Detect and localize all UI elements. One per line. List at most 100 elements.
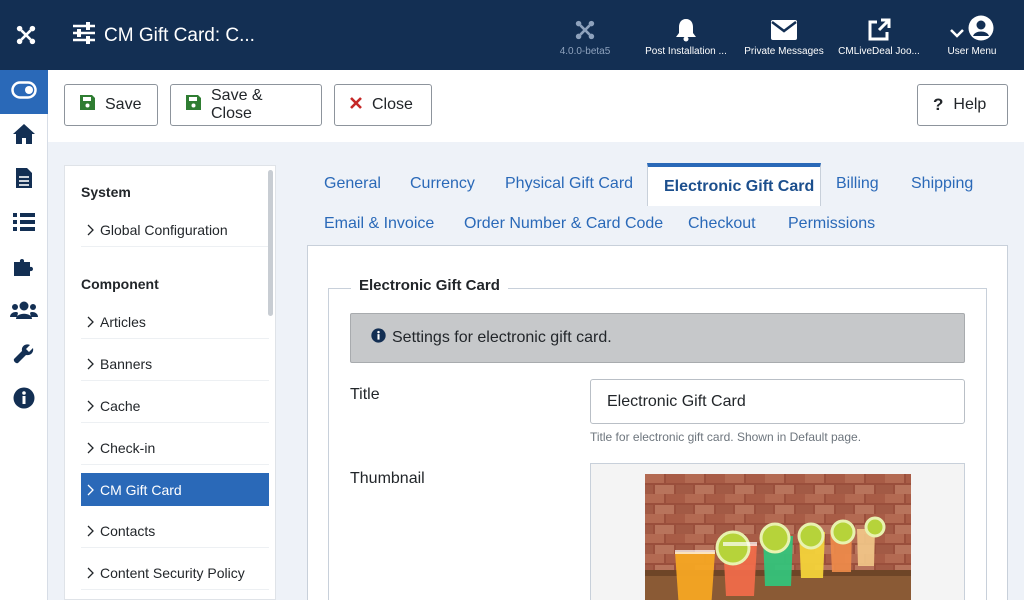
thumbnail-field[interactable] xyxy=(590,463,965,600)
joomla-version-icon xyxy=(540,16,630,44)
save-close-label: Save & Close xyxy=(211,87,263,122)
tab-shipping[interactable]: Shipping xyxy=(895,164,989,204)
toolbar: Save Save & Close Close ? Help xyxy=(48,70,1024,142)
tree-scrollbar[interactable] xyxy=(268,170,273,316)
tab-email-invoice[interactable]: Email & Invoice xyxy=(308,204,450,244)
toggle-menu-icon xyxy=(11,80,37,104)
extensions-button[interactable] xyxy=(0,246,48,290)
chevron-right-icon xyxy=(81,484,100,496)
chevron-right-icon xyxy=(81,224,100,236)
thumbnail-image xyxy=(645,474,911,600)
save-close-button[interactable]: Save & Close xyxy=(170,84,322,126)
alert-text: Settings for electronic gift card. xyxy=(392,329,612,346)
puzzle-icon xyxy=(12,255,36,282)
help-label: Help xyxy=(953,96,987,113)
view-site-button[interactable]: CMLiveDeal Joo... xyxy=(834,16,924,57)
tab-billing[interactable]: Billing xyxy=(820,164,895,204)
envelope-icon xyxy=(739,16,829,44)
external-link-icon xyxy=(834,16,924,44)
users-icon xyxy=(10,300,38,325)
title-input[interactable] xyxy=(590,379,965,424)
chevron-right-icon xyxy=(81,358,100,370)
user-menu-button[interactable]: User Menu xyxy=(927,15,1017,57)
tab-checkout[interactable]: Checkout xyxy=(672,204,772,244)
tab-permissions[interactable]: Permissions xyxy=(772,204,891,244)
user-avatar-icon xyxy=(968,15,994,46)
users-button[interactable] xyxy=(0,290,48,334)
toggle-menu-button[interactable] xyxy=(0,70,48,114)
tree-item-articles[interactable]: Articles xyxy=(81,306,269,339)
content-button[interactable] xyxy=(0,158,48,202)
info-alert: Settings for electronic gift card. xyxy=(350,313,965,363)
tree-item-label: Content Security Policy xyxy=(100,565,245,581)
list-icon xyxy=(13,212,35,236)
user-menu-label: User Menu xyxy=(947,46,997,57)
floppy-disk-icon xyxy=(186,95,201,115)
tree-item-label: Global Configuration xyxy=(100,222,228,238)
tree-item-contacts[interactable]: Contacts xyxy=(81,515,269,548)
chevron-right-icon xyxy=(81,316,100,328)
home-icon xyxy=(12,123,36,150)
joomla-logo-icon[interactable] xyxy=(0,0,52,70)
private-messages-label: Private Messages xyxy=(744,46,824,57)
tree-item-label: Cache xyxy=(100,398,141,414)
tab-physical-gift-card[interactable]: Physical Gift Card xyxy=(489,164,649,204)
question-mark-icon: ? xyxy=(933,95,944,114)
close-button[interactable]: Close xyxy=(334,84,432,126)
system-button[interactable] xyxy=(0,334,48,378)
system-heading: System xyxy=(81,184,131,200)
private-messages-button[interactable]: Private Messages xyxy=(739,16,829,57)
tab-currency[interactable]: Currency xyxy=(394,164,491,204)
version-label: 4.0.0-beta5 xyxy=(559,46,611,57)
menus-button[interactable] xyxy=(0,202,48,246)
title-label: Title xyxy=(350,386,380,403)
component-heading: Component xyxy=(81,276,159,292)
tab-general[interactable]: General xyxy=(308,164,397,204)
chevron-right-icon xyxy=(81,442,100,454)
version-item: 4.0.0-beta5 xyxy=(540,16,630,57)
tab-order-number-card-code[interactable]: Order Number & Card Code xyxy=(448,204,679,244)
options-tree-panel: System Global Configuration Component Ar… xyxy=(64,165,276,600)
tree-item-check-in[interactable]: Check-in xyxy=(81,432,269,465)
tree-item-banners[interactable]: Banners xyxy=(81,348,269,381)
save-button[interactable]: Save xyxy=(64,84,158,126)
info-circle-icon xyxy=(13,387,35,414)
site-link-label: CMLiveDeal Joo... xyxy=(838,46,920,57)
fieldset-legend: Electronic Gift Card xyxy=(351,277,508,294)
tab-electronic-gift-card[interactable]: Electronic Gift Card xyxy=(647,163,821,206)
post-installation-label: Post Installation ... xyxy=(645,46,727,57)
thumbnail-label: Thumbnail xyxy=(350,470,425,487)
close-x-icon xyxy=(350,96,362,114)
chevron-right-icon xyxy=(81,567,100,579)
tree-item-cm-gift-card[interactable]: CM Gift Card xyxy=(81,473,269,506)
tree-item-label: Contacts xyxy=(100,523,156,539)
info-button[interactable] xyxy=(0,378,48,422)
save-label: Save xyxy=(105,96,142,113)
tree-item-label: Check-in xyxy=(100,440,156,456)
info-circle-icon xyxy=(371,328,386,348)
floppy-disk-icon xyxy=(80,95,95,115)
top-header: CM Gift Card: C... 4.0.0-beta5 Post Inst… xyxy=(0,0,1024,70)
chevron-down-icon xyxy=(950,25,964,43)
file-icon xyxy=(15,167,33,194)
tree-item-cache[interactable]: Cache xyxy=(81,390,269,423)
tree-item-label: CM Gift Card xyxy=(100,481,182,498)
main-sidebar xyxy=(0,70,48,600)
chevron-right-icon xyxy=(81,400,100,412)
electronic-gift-card-fieldset: Electronic Gift Card Settings for electr… xyxy=(328,277,987,600)
chevron-right-icon xyxy=(81,525,100,537)
post-installation-button[interactable]: Post Installation ... xyxy=(641,16,731,57)
wrench-icon xyxy=(13,343,35,370)
options-sliders-icon xyxy=(72,22,96,50)
help-button[interactable]: ? Help xyxy=(917,84,1008,126)
home-button[interactable] xyxy=(0,114,48,158)
tree-item-content-security-policy[interactable]: Content Security Policy xyxy=(81,557,269,590)
tree-item-label: Banners xyxy=(100,356,153,372)
close-label: Close xyxy=(372,96,413,113)
page-title: CM Gift Card: C... xyxy=(72,22,255,50)
page-title-text: CM Gift Card: C... xyxy=(104,25,255,46)
bell-icon xyxy=(641,16,731,44)
tree-item-global-configuration[interactable]: Global Configuration xyxy=(81,214,269,247)
title-help-text: Title for electronic gift card. Shown in… xyxy=(590,430,862,444)
tree-item-label: Articles xyxy=(100,314,146,330)
